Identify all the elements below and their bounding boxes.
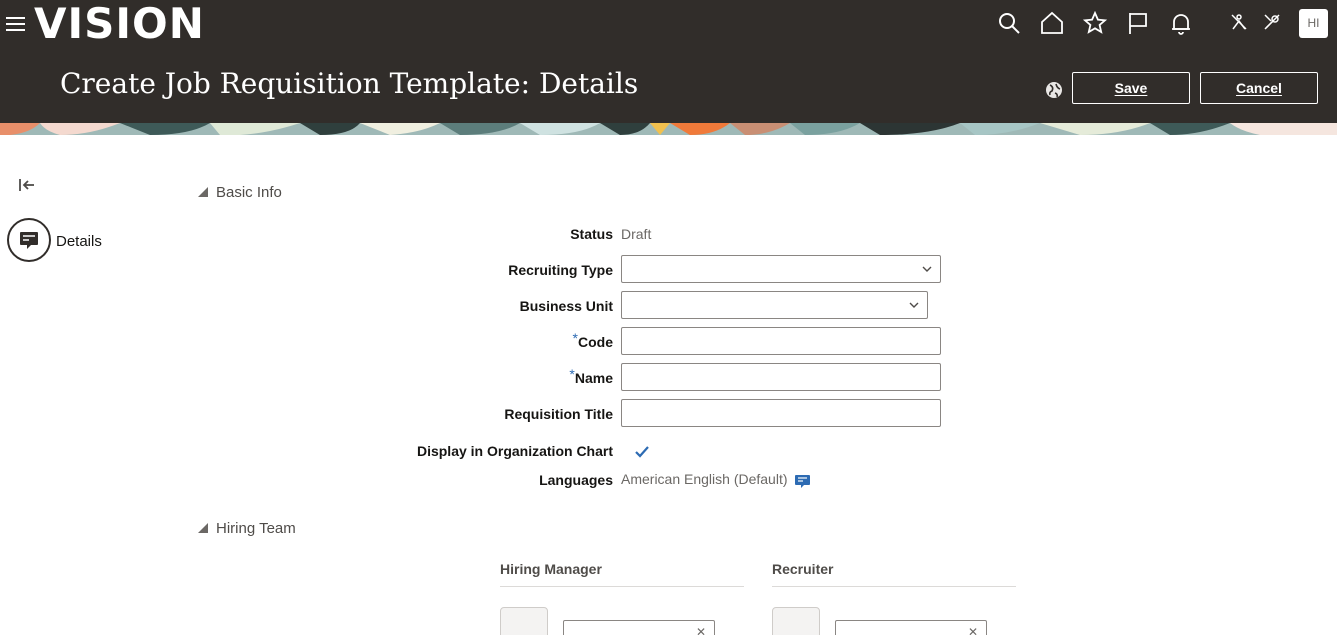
recruiter-photo bbox=[772, 607, 820, 635]
requisition-title-label: Requisition Title bbox=[504, 406, 613, 422]
hiring-manager-heading: Hiring Manager bbox=[500, 561, 602, 577]
business-unit-label: Business Unit bbox=[519, 298, 613, 314]
name-label-text: Name bbox=[574, 370, 613, 386]
cancel-button-label: Cancel bbox=[1236, 80, 1282, 96]
collapse-triangle-icon bbox=[198, 187, 208, 197]
code-label-text: Code bbox=[578, 334, 613, 350]
display-org-chart-label: Display in Organization Chart bbox=[416, 443, 613, 459]
required-marker: * bbox=[572, 330, 578, 346]
languages-label: Languages bbox=[539, 472, 613, 488]
hiring-team-heading: Hiring Team bbox=[216, 520, 296, 537]
user-avatar[interactable]: HI bbox=[1299, 9, 1328, 38]
decorative-banner bbox=[0, 123, 1337, 135]
basic-info-heading: Basic Info bbox=[216, 184, 282, 201]
save-button[interactable]: Save bbox=[1072, 72, 1190, 104]
hiring-team-section-toggle[interactable]: Hiring Team bbox=[198, 520, 328, 540]
divider bbox=[500, 586, 744, 587]
favorites-star-icon[interactable] bbox=[1083, 11, 1107, 35]
display-org-chart-checkbox[interactable] bbox=[634, 444, 650, 460]
recruiting-type-select[interactable] bbox=[621, 255, 941, 283]
status-label: Status bbox=[570, 226, 613, 242]
notifications-bell-icon[interactable] bbox=[1169, 11, 1193, 35]
tools-icon[interactable] bbox=[1263, 13, 1281, 31]
cancel-button[interactable]: Cancel bbox=[1200, 72, 1318, 104]
accessibility-icon[interactable] bbox=[1230, 13, 1248, 31]
clear-icon[interactable]: ✕ bbox=[968, 625, 978, 635]
recruiter-heading: Recruiter bbox=[772, 561, 834, 577]
hiring-manager-select[interactable]: ✕ bbox=[563, 620, 715, 635]
home-icon[interactable] bbox=[1040, 11, 1064, 35]
basic-info-section-toggle[interactable]: Basic Info bbox=[198, 184, 318, 204]
navigator-menu-icon[interactable] bbox=[6, 14, 26, 34]
global-header: VISION HI Create Job Requisition Templat… bbox=[0, 0, 1337, 123]
details-step-icon bbox=[7, 218, 51, 262]
save-button-label: Save bbox=[1114, 80, 1148, 96]
chevron-down-icon bbox=[922, 266, 932, 272]
collapse-panel-icon[interactable] bbox=[18, 176, 36, 194]
recruiting-type-label: Recruiting Type bbox=[508, 262, 613, 278]
chevron-down-icon bbox=[909, 302, 919, 308]
code-input[interactable] bbox=[621, 327, 941, 355]
hiring-manager-photo bbox=[500, 607, 548, 635]
divider bbox=[772, 586, 1016, 587]
clear-icon[interactable]: ✕ bbox=[696, 625, 706, 635]
business-unit-select[interactable] bbox=[621, 291, 928, 319]
nav-item-details[interactable]: Details bbox=[7, 218, 117, 262]
globe-icon[interactable] bbox=[1045, 81, 1063, 99]
page-title: Create Job Requisition Template: Details bbox=[60, 67, 639, 100]
vision-logo[interactable]: VISION bbox=[34, 0, 205, 48]
search-icon[interactable] bbox=[997, 11, 1021, 35]
name-label: *Name bbox=[569, 366, 613, 386]
checkmark-icon bbox=[635, 446, 649, 458]
code-label: *Code bbox=[573, 330, 613, 350]
requisition-title-input[interactable] bbox=[621, 399, 941, 427]
required-marker: * bbox=[569, 366, 575, 382]
collapse-triangle-icon bbox=[198, 523, 208, 533]
nav-item-details-label: Details bbox=[56, 233, 102, 250]
name-input[interactable] bbox=[621, 363, 941, 391]
languages-value: American English (Default) bbox=[621, 471, 788, 487]
status-value: Draft bbox=[621, 226, 652, 242]
recruiter-select[interactable]: ✕ bbox=[835, 620, 987, 635]
translation-icon[interactable] bbox=[795, 474, 810, 489]
flag-icon[interactable] bbox=[1126, 11, 1150, 35]
